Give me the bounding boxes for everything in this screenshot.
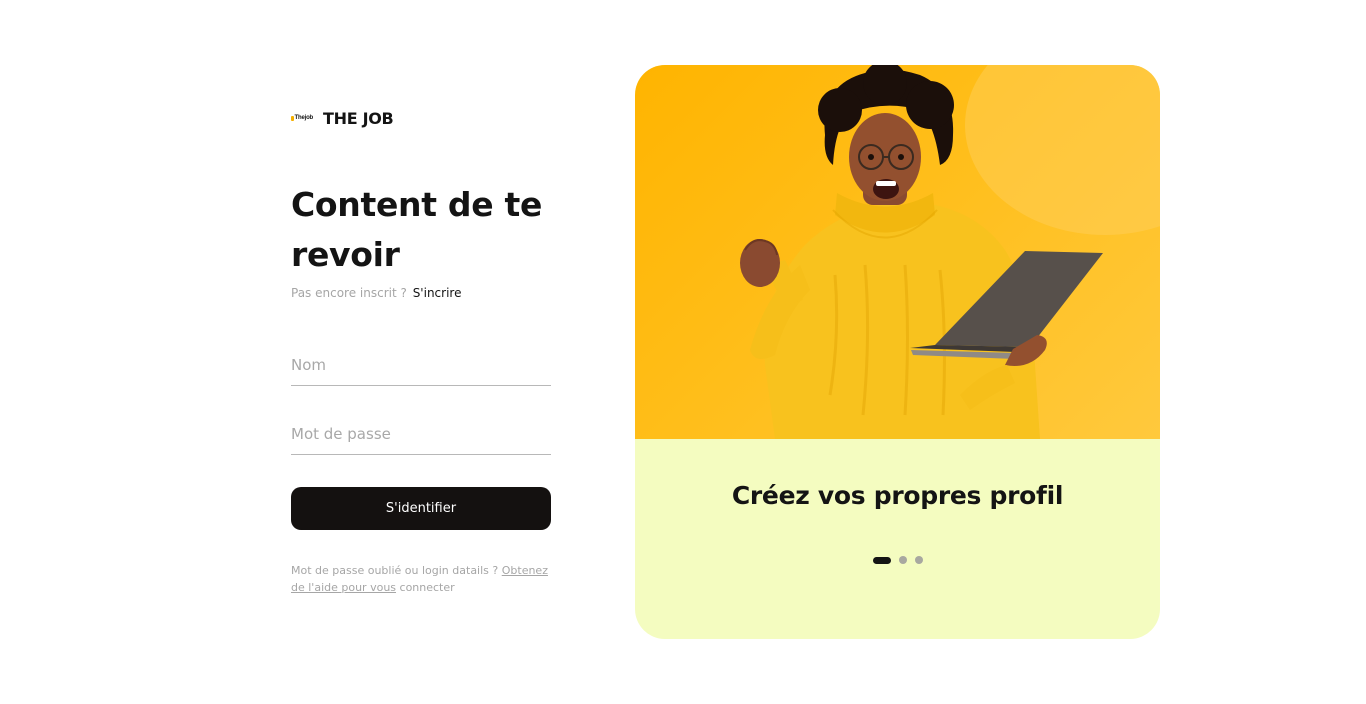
name-input[interactable] bbox=[291, 346, 551, 384]
brand-logo-icon: Thejob bbox=[291, 114, 313, 122]
brand[interactable]: Thejob THE JOB bbox=[291, 108, 394, 128]
brand-logo-text: Thejob bbox=[294, 115, 313, 121]
help-suffix: connecter bbox=[399, 581, 455, 594]
help-text: Mot de passe oublié ou login datails ? O… bbox=[291, 562, 553, 596]
login-page: Thejob THE JOB Content de te revoir Pas … bbox=[0, 0, 1366, 704]
hero-image bbox=[635, 65, 1160, 439]
carousel-dot-2[interactable] bbox=[899, 556, 907, 564]
carousel-dot-1[interactable] bbox=[873, 556, 891, 564]
promo-card: Créez vos propres profil bbox=[635, 65, 1160, 639]
login-button[interactable]: S'identifier bbox=[291, 487, 551, 530]
page-title: Content de te revoir bbox=[291, 185, 543, 274]
carousel-dot-3[interactable] bbox=[915, 556, 923, 564]
carousel-caption: Créez vos propres profil bbox=[731, 481, 1064, 510]
password-input[interactable] bbox=[291, 415, 551, 453]
signup-prompt: Pas encore inscrit ? S'incrire bbox=[291, 286, 461, 300]
help-prefix: Mot de passe oublié ou login datails ? bbox=[291, 564, 499, 577]
carousel-dots bbox=[873, 556, 931, 564]
hero-illustration bbox=[740, 65, 1160, 439]
brand-name: THE JOB bbox=[323, 108, 394, 128]
signup-prompt-text: Pas encore inscrit ? bbox=[291, 286, 407, 300]
password-field bbox=[291, 415, 551, 455]
name-field bbox=[291, 346, 551, 386]
signup-link[interactable]: S'incrire bbox=[413, 286, 462, 300]
